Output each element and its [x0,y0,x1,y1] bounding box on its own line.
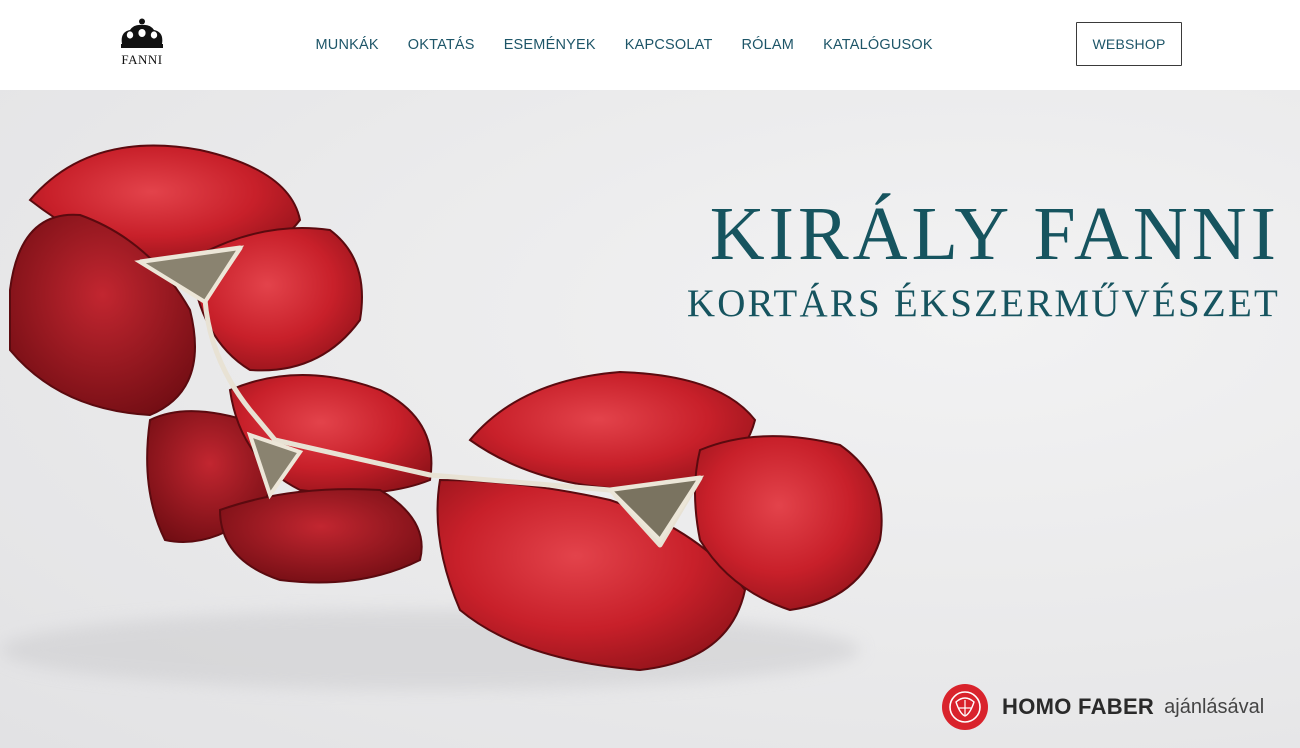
nav-item-oktatas[interactable]: OKTATÁS [393,37,489,53]
nav-item-katalogusok[interactable]: KATALÓGUSOK [809,37,948,53]
webshop-button[interactable]: WEBSHOP [1076,22,1182,66]
crown-icon [121,18,163,48]
nav-item-esemenyek[interactable]: ESEMÉNYEK [489,37,610,53]
site-logo[interactable]: FANNI [114,18,172,70]
site-header: FANNI MUNKÁK OKTATÁS ESEMÉNYEK KAPCSOLAT… [0,0,1300,90]
hero-banner: KIRÁLY FANNI KORTÁRS ÉKSZERMŰVÉSZET HOMO… [0,90,1300,748]
nav-item-munkak[interactable]: MUNKÁK [301,37,393,53]
badge-suffix: ajánlásával [1164,695,1265,718]
main-nav: MUNKÁK OKTATÁS ESEMÉNYEK KAPCSOLAT RÓLAM… [301,0,947,90]
homo-faber-logo-icon [942,684,988,730]
nav-item-kapcsolat[interactable]: KAPCSOLAT [610,37,727,53]
badge-name: HOMO FABER [1002,694,1155,719]
nav-item-rolam[interactable]: RÓLAM [727,37,809,53]
logo-text: FANNI [121,52,163,67]
hero-title: KIRÁLY FANNI [709,192,1280,276]
brooch-image [0,144,883,690]
homo-faber-badge[interactable]: HOMO FABER ajánlásával [942,684,1264,730]
hero-subtitle: KORTÁRS ÉKSZERMŰVÉSZET [686,282,1280,325]
